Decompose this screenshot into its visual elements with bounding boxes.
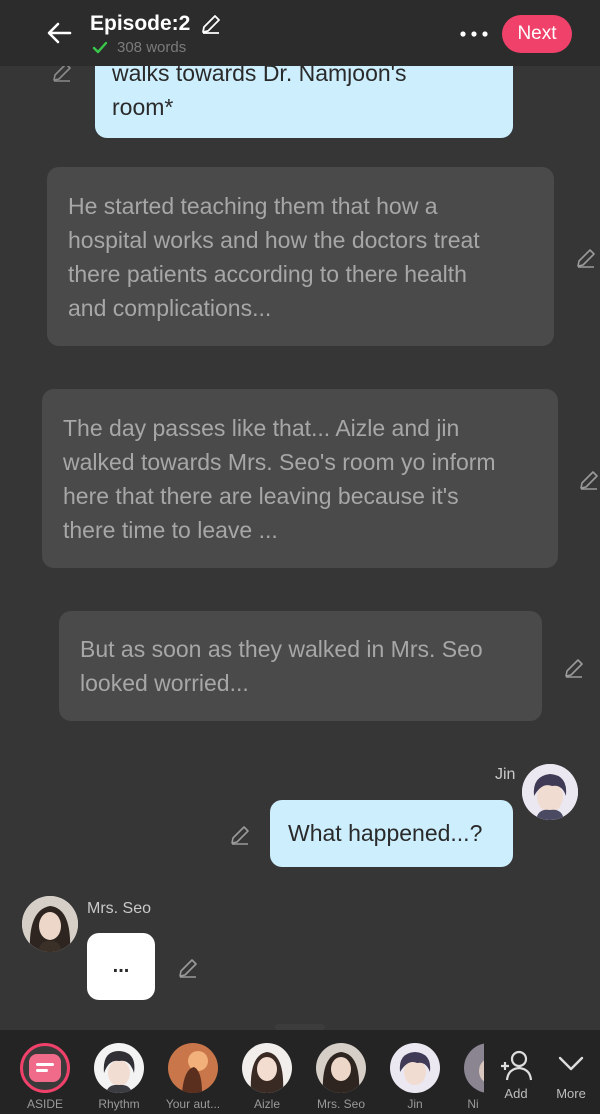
avatar[interactable] — [22, 896, 78, 952]
avatar — [94, 1043, 144, 1093]
narration-bubble[interactable]: But as soon as they walked in Mrs. Seo l… — [59, 611, 542, 721]
pencil-icon[interactable] — [176, 956, 200, 980]
next-button[interactable]: Next — [502, 15, 572, 53]
add-character-button[interactable]: Add — [484, 1040, 548, 1112]
more-label: More — [556, 1086, 586, 1101]
avatar — [242, 1043, 292, 1093]
pencil-icon[interactable] — [228, 823, 252, 847]
cast-label: Rhythm — [98, 1097, 140, 1111]
narration-bubble[interactable]: He started teaching them that how a hosp… — [47, 167, 554, 346]
message-line: looked worried... — [80, 670, 249, 696]
back-arrow-icon[interactable] — [44, 18, 74, 48]
cast-item-aside[interactable]: ASIDE — [9, 1040, 81, 1112]
avatar — [168, 1043, 218, 1093]
pencil-icon[interactable] — [562, 656, 586, 680]
pencil-icon[interactable] — [199, 12, 223, 36]
message-line: He started teaching them that how a — [68, 193, 438, 219]
cast-label: Jin — [407, 1097, 423, 1111]
chevron-down-icon — [558, 1056, 584, 1071]
aside-icon — [20, 1043, 70, 1093]
aizle-avatar-image — [242, 1043, 292, 1093]
message-bubble[interactable]: What happened...? — [270, 800, 513, 867]
message-text: What happened...? — [288, 820, 483, 846]
cast-label: Aizle — [253, 1097, 280, 1111]
pencil-icon[interactable] — [574, 246, 598, 270]
pencil-icon[interactable] — [577, 468, 600, 492]
mrs-seo-avatar-image — [22, 896, 78, 952]
message-line: there time to leave ... — [63, 517, 278, 543]
message-text: room* — [112, 94, 174, 120]
more-options-icon[interactable] — [458, 22, 490, 46]
message-line: walked towards Mrs. Seo's room yo inform — [63, 449, 496, 475]
cast-item-your-author[interactable]: Your aut... — [157, 1040, 229, 1112]
mrs-seo-avatar-image — [316, 1043, 366, 1093]
message-line: hospital works and how the doctors treat — [68, 227, 480, 253]
word-count: 308 words — [117, 39, 187, 56]
add-person-icon — [501, 1050, 533, 1081]
cast-item-rhythm[interactable]: Rhythm — [83, 1040, 155, 1112]
narration-bubble[interactable]: The day passes like that... Aizle and ji… — [42, 389, 558, 568]
message-line: and complications... — [68, 295, 272, 321]
message-text: ... — [112, 955, 130, 977]
episode-title[interactable]: Episode:2 — [90, 12, 190, 36]
jin-avatar-image — [522, 764, 578, 820]
message-line: here that there are leaving because it's — [63, 483, 459, 509]
cast-label: Mrs. Seo — [316, 1097, 365, 1111]
jin-avatar-image — [390, 1043, 440, 1093]
cast-label: Your aut... — [165, 1097, 221, 1111]
rhythm-avatar-image — [94, 1043, 144, 1093]
message-line: But as soon as they walked in Mrs. Seo — [80, 636, 483, 662]
avatar — [390, 1043, 440, 1093]
avatar — [316, 1043, 366, 1093]
more-button[interactable]: More — [540, 1040, 600, 1112]
message-line: there patients according to there health — [68, 261, 467, 287]
check-icon — [92, 41, 108, 54]
cast-item-mrs-seo[interactable]: Mrs. Seo — [305, 1040, 377, 1112]
add-label: Add — [504, 1086, 528, 1101]
speaker-name: Mrs. Seo — [87, 900, 152, 917]
cast-item-aizle[interactable]: Aizle — [231, 1040, 303, 1112]
message-bubble[interactable]: ... — [87, 933, 155, 1000]
avatar[interactable] — [522, 764, 578, 820]
cast-item-jin[interactable]: Jin — [379, 1040, 451, 1112]
speaker-name: Jin — [495, 766, 516, 783]
top-bar: Episode:2 308 words Next — [0, 0, 600, 66]
cast-label: ASIDE — [26, 1097, 63, 1111]
author-avatar-image — [168, 1043, 218, 1093]
chat-bubble-icon — [29, 1054, 61, 1082]
message-line: The day passes like that... Aizle and ji… — [63, 415, 460, 441]
